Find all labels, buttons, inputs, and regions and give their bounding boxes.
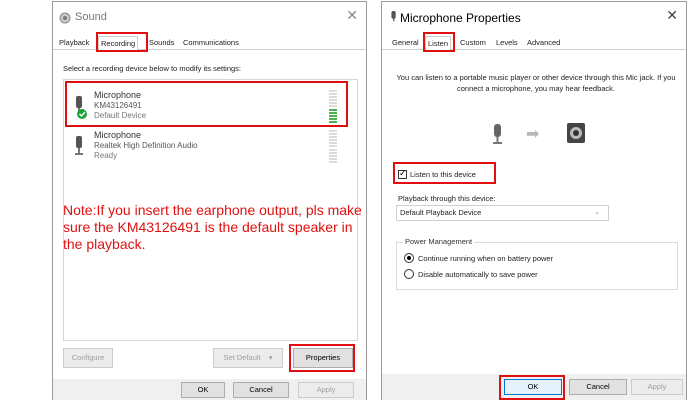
continue-running-radio[interactable]	[404, 253, 414, 263]
continue-running-label: Continue running when on battery power	[418, 254, 554, 263]
chevron-down-icon: ▾	[268, 353, 273, 362]
device-name: Microphone	[94, 90, 142, 100]
apply-button[interactable]: Apply	[298, 382, 354, 398]
tab-communications[interactable]: Communications	[181, 36, 241, 50]
microphone-icon	[391, 11, 396, 22]
power-management-label: Power Management	[403, 237, 475, 246]
playback-device-select[interactable]: Default Playback Device ⌄	[396, 205, 609, 221]
tab-sounds[interactable]: Sounds	[147, 36, 176, 50]
power-management-group: Power Management	[396, 237, 678, 290]
listen-checkbox[interactable]: ✓	[398, 169, 407, 179]
device-model: KM43126491	[94, 101, 142, 110]
microphone-icon	[76, 96, 87, 119]
level-meter-segment	[329, 136, 337, 139]
recording-instruction: Select a recording device below to modif…	[63, 64, 242, 73]
device-name: Microphone	[94, 130, 142, 140]
level-meter	[329, 90, 337, 124]
tab-recording[interactable]: Recording	[98, 36, 139, 51]
playback-device-value: Default Playback Device	[400, 208, 482, 217]
level-meter-segment	[329, 160, 337, 163]
check-icon: ✓	[399, 169, 407, 179]
level-meter-segment	[329, 114, 337, 117]
level-meter-segment	[329, 96, 337, 99]
tab-custom[interactable]: Custom	[458, 36, 488, 50]
level-meter-segment	[329, 90, 337, 92]
mic-titlebar: Microphone Properties ✕	[382, 2, 686, 34]
sound-title: Sound	[75, 11, 107, 23]
level-meter-segment	[329, 120, 337, 123]
set-default-label: Set Default	[223, 353, 261, 362]
close-icon[interactable]: ✕	[666, 8, 678, 24]
level-meter-segment	[329, 133, 337, 136]
device-item-km43126491[interactable]: Microphone KM43126491 Default Device	[72, 90, 352, 126]
level-meter-segment	[329, 154, 337, 157]
listen-description: You can listen to a portable music playe…	[396, 73, 676, 93]
level-meter-segment	[329, 99, 337, 102]
ok-button[interactable]: OK	[504, 379, 562, 395]
level-meter-segment	[329, 111, 337, 114]
device-item-realtek[interactable]: Microphone Realtek High Definition Audio…	[72, 130, 352, 166]
cancel-button[interactable]: Cancel	[233, 382, 289, 398]
speaker-icon	[567, 123, 585, 143]
set-default-button[interactable]: Set Default ▾	[213, 348, 283, 368]
level-meter-segment	[329, 130, 337, 132]
tab-listen[interactable]: Listen	[425, 36, 452, 51]
playback-label: Playback through this device:	[398, 194, 496, 203]
level-meter-segment	[329, 117, 337, 120]
apply-button[interactable]: Apply	[631, 379, 683, 395]
chevron-down-icon: ⌄	[594, 209, 600, 216]
mic-tabs: General Listen Custom Levels Advanced	[382, 36, 686, 51]
device-status: Default Device	[94, 111, 147, 120]
tab-playback[interactable]: Playback	[57, 36, 91, 50]
device-status: Ready	[94, 151, 118, 160]
disable-automatically-radio[interactable]	[404, 269, 414, 279]
ok-button[interactable]: OK	[181, 382, 225, 398]
level-meter-segment	[329, 145, 337, 148]
level-meter	[329, 130, 337, 164]
tab-levels[interactable]: Levels	[494, 36, 520, 50]
tab-general[interactable]: General	[390, 36, 421, 50]
listen-label: Listen to this device	[410, 170, 476, 179]
level-meter-segment	[329, 93, 337, 96]
cancel-button[interactable]: Cancel	[569, 379, 627, 395]
tab-advanced[interactable]: Advanced	[525, 36, 562, 50]
device-driver: Realtek High Definition Audio	[94, 141, 198, 150]
properties-button[interactable]: Properties	[293, 348, 353, 368]
sound-tabs: Playback Recording Sounds Communications	[53, 36, 366, 51]
level-meter-segment	[329, 148, 337, 151]
speaker-icon	[59, 12, 71, 24]
disable-automatically-label: Disable automatically to save power	[418, 270, 538, 279]
microphone-properties-dialog: Microphone Properties ✕ General Listen C…	[381, 1, 687, 400]
level-meter-segment	[329, 139, 337, 142]
arrow-right-icon: ➡	[526, 124, 540, 143]
sound-dialog: Sound ✕ Playback Recording Sounds Commun…	[52, 1, 367, 400]
close-icon[interactable]: ✕	[346, 8, 358, 24]
level-meter-segment	[329, 105, 337, 108]
microphone-icon	[75, 136, 83, 155]
level-meter-segment	[329, 142, 337, 145]
mic-title: Microphone Properties	[400, 11, 521, 25]
microphone-icon	[493, 124, 502, 144]
level-meter-segment	[329, 157, 337, 160]
level-meter-segment	[329, 151, 337, 154]
level-meter-segment	[329, 102, 337, 105]
configure-button[interactable]: Configure	[63, 348, 113, 368]
sound-titlebar: Sound ✕	[53, 2, 366, 34]
note-text: Note:If you insert the earphone output, …	[63, 202, 362, 252]
level-meter-segment	[329, 108, 337, 111]
